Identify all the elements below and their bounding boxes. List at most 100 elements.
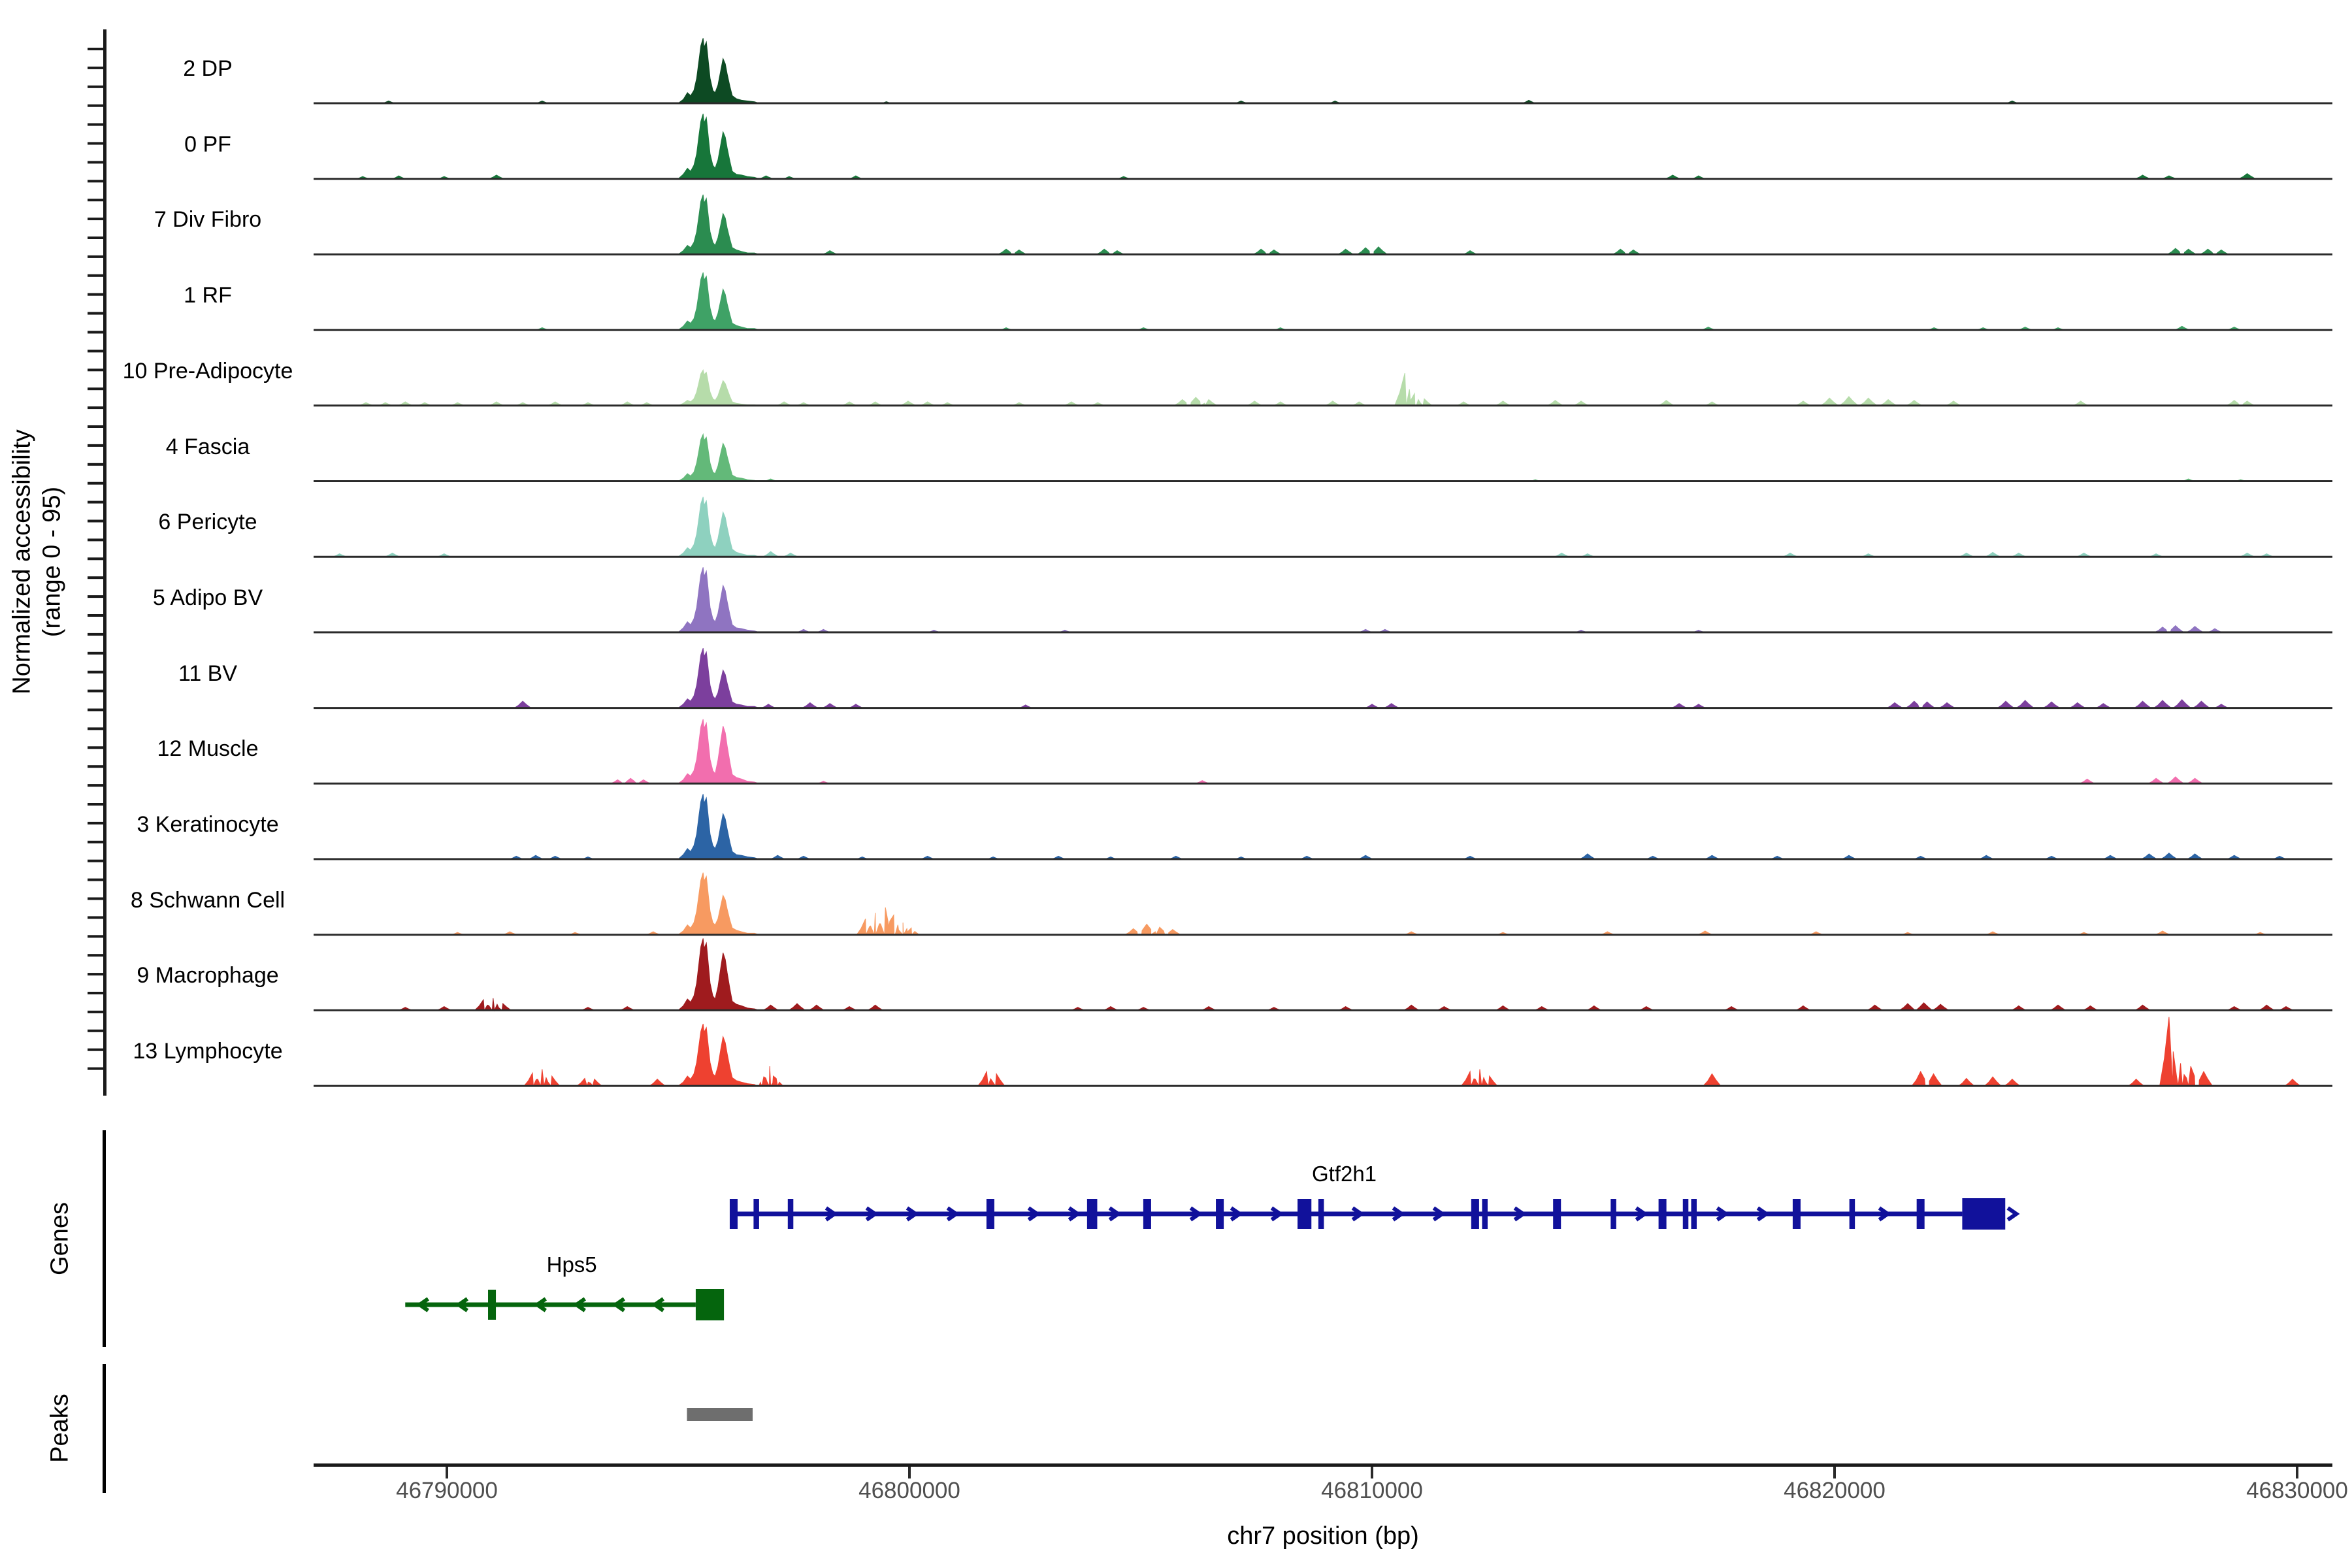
y-axis-tick [88,501,105,504]
y-axis-tick [88,652,105,655]
track-label-9-macrophage: 9 Macrophage [44,963,371,988]
signal-area-13 [314,1017,2332,1086]
y-axis-tick [88,614,105,617]
signal-area-6 [314,497,2332,557]
y-axis-tick [88,916,105,919]
y-axis-tick [88,255,105,258]
y-axis-tick [88,123,105,126]
track-label-4-fascia: 4 Fascia [44,434,371,460]
y-axis-tick [88,406,105,409]
gene-utr-box-Gtf2h1 [1962,1198,2005,1230]
track-label-1-rf: 1 RF [44,283,371,308]
y-axis-tick [88,237,105,239]
genes-bracket-line [103,1130,106,1347]
y-axis-tick [88,48,105,50]
gene-exon-Gtf2h1 [1917,1199,1925,1229]
genome-browser-figure: Normalized accessibility (range 0 - 95) … [0,0,2352,1568]
gene-exon-Gtf2h1 [1143,1199,1151,1229]
coverage-plot-canvas [0,0,2352,1568]
y-axis-tick [88,860,105,862]
signal-area-1 [314,114,2332,179]
x-tick-46800000: 46800000 [805,1478,1014,1504]
y-axis-tick [88,803,105,806]
y-axis-tick [88,1011,105,1013]
gene-exon-Gtf2h1 [987,1199,994,1229]
track-label-8-schwann-cell: 8 Schwann Cell [44,888,371,913]
x-tick-46790000: 46790000 [342,1478,551,1504]
y-axis-tick [88,576,105,579]
y-axis-tick [88,709,105,711]
x-tick-46810000: 46810000 [1267,1478,1477,1504]
track-label-7-div-fibro: 7 Div Fibro [44,207,371,233]
gene-exon-Gtf2h1 [1298,1199,1311,1229]
peak-bar [687,1408,753,1421]
track-label-10-pre-adipocyte: 10 Pre-Adipocyte [44,359,371,384]
signal-area-2 [314,195,2332,255]
gene-exon-Gtf2h1 [730,1199,738,1229]
y-axis-tick [88,727,105,730]
y-axis-tick [88,350,105,352]
y-axis-tick [88,765,105,768]
y-axis-tick [88,425,105,428]
y-axis-tick [88,161,105,163]
x-axis-title: chr7 position (bp) [1062,1522,1584,1550]
y-axis-tick [88,690,105,693]
signal-area-9 [314,719,2332,783]
gene-exon-Gtf2h1 [1087,1199,1098,1229]
y-axis-tick [88,784,105,787]
y-axis-tick [88,841,105,843]
peaks-bracket-line [103,1364,106,1493]
y-axis-tick [88,180,105,182]
y-axis-tick [88,331,105,334]
y-axis-tick [88,86,105,88]
signal-area-12 [314,938,2332,1010]
signal-area-7 [314,567,2332,632]
x-axis-tick [908,1467,911,1478]
signal-area-5 [314,434,2332,482]
y-axis-tick [88,1068,105,1070]
y-axis-tick [88,879,105,881]
y-axis-tick [88,1030,105,1032]
gene-exon-Gtf2h1 [1318,1199,1324,1229]
x-axis-tick [1371,1467,1373,1478]
gene-exon-Gtf2h1 [1850,1199,1855,1229]
track-label-2-dp: 2 DP [44,56,371,82]
signal-area-3 [314,272,2332,330]
signal-area-0 [314,38,2332,103]
gene-utr-box-Hps5 [696,1289,724,1320]
track-label-3-keratinocyte: 3 Keratinocyte [44,812,371,838]
x-axis-line [314,1463,2332,1467]
genes-section-text: Genes [46,1202,74,1275]
y-axis-tick [88,105,105,107]
track-label-6-pericyte: 6 Pericyte [44,510,371,535]
peaks-section-text: Peaks [46,1394,74,1463]
y-axis-tick [88,954,105,956]
track-label-5-adipo-bv: 5 Adipo BV [44,585,371,611]
gene-exon-Gtf2h1 [1610,1199,1616,1229]
gene-label-hps5: Hps5 [474,1252,670,1277]
signal-area-11 [314,873,2332,935]
track-label-11-bv: 11 BV [44,661,371,687]
y-axis-tick [88,482,105,485]
signal-area-8 [314,648,2332,708]
x-tick-46820000: 46820000 [1730,1478,1939,1504]
gene-exon-Gtf2h1 [1216,1199,1224,1229]
gene-exon-Hps5 [488,1290,496,1320]
gene-exon-Gtf2h1 [753,1199,759,1229]
signal-area-10 [314,794,2332,859]
gene-exon-Gtf2h1 [1482,1199,1488,1229]
gene-exon-Gtf2h1 [1793,1199,1801,1229]
y-axis-tick [88,992,105,994]
track-label-0-pf: 0 PF [44,132,371,157]
strand-chevron-terminal-Gtf2h1 [2008,1208,2016,1220]
gene-exon-Gtf2h1 [1683,1199,1688,1229]
y-axis-tick [88,463,105,466]
y-axis-label-text1: Normalized accessibility [8,429,37,694]
gene-exon-Gtf2h1 [1471,1199,1479,1229]
track-label-13-lymphocyte: 13 Lymphocyte [44,1039,371,1064]
gene-label-gtf2h1: Gtf2h1 [1247,1162,1443,1186]
track-label-12-muscle: 12 Muscle [44,736,371,762]
gene-exon-Gtf2h1 [1659,1199,1667,1229]
y-axis-tick [88,633,105,636]
x-tick-46830000: 46830000 [2193,1478,2352,1504]
